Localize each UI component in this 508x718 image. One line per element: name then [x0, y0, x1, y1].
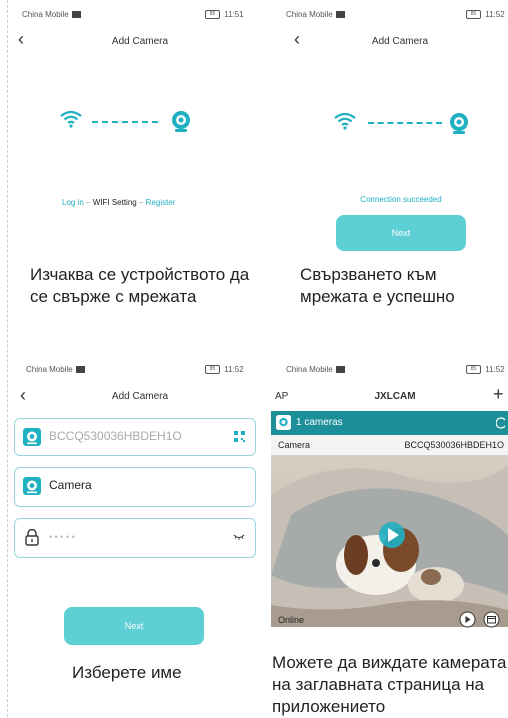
step-separator: –: [86, 198, 91, 207]
battery-icon: 85: [466, 365, 481, 375]
battery-icon: 85: [205, 10, 220, 20]
page-border-dashed: [7, 0, 8, 717]
back-button[interactable]: ‹: [18, 30, 24, 48]
camera-status: Online: [278, 615, 305, 625]
lock-icon: [25, 529, 39, 546]
cameras-count: 1 cameras: [296, 417, 343, 428]
camera-card-id: BCCQ530036HBDEH1O: [404, 440, 504, 450]
camera-snapshot-image: [271, 455, 508, 627]
status-bar: China Mobile: [22, 10, 82, 19]
battery-icon: 85: [466, 10, 481, 20]
page-title: Add Camera: [111, 391, 169, 402]
password-field[interactable]: • • • • •: [14, 518, 256, 558]
folder-icon[interactable]: [483, 611, 500, 628]
status-clock: 85 11:52: [466, 10, 505, 20]
camera-icon: [276, 415, 291, 430]
step-wifi-setting[interactable]: WIFI Setting: [93, 198, 137, 207]
status-bar: China Mobile: [286, 365, 346, 374]
carrier-label: China Mobile: [286, 365, 333, 374]
next-button[interactable]: Next: [64, 607, 204, 645]
battery-icon: 85: [205, 365, 220, 375]
status-bar: China Mobile: [286, 10, 346, 19]
device-id-field[interactable]: BCCQ530036HBDEH1O: [14, 418, 256, 456]
caption: Свързването към мрежата е успешно: [300, 265, 455, 306]
wifi-icon: [60, 110, 82, 128]
step-register[interactable]: Register: [146, 198, 176, 207]
hide-password-icon[interactable]: [233, 534, 245, 540]
camera-icon: [23, 428, 41, 446]
qr-code-icon[interactable]: [234, 431, 245, 442]
status-clock: 85 11:52: [466, 365, 505, 375]
step-login[interactable]: Log in: [62, 198, 84, 207]
cameras-header: 1 cameras: [271, 411, 508, 435]
next-button[interactable]: Next: [336, 215, 466, 251]
camera-name-value: Camera: [49, 478, 92, 492]
device-id-value: BCCQ530036HBDEH1O: [49, 429, 182, 443]
password-mask: • • • • •: [49, 532, 75, 542]
connection-status: Connection succeeded: [360, 195, 442, 204]
signal-icon: [335, 366, 345, 374]
back-button[interactable]: ‹: [294, 30, 300, 48]
refresh-icon[interactable]: [496, 417, 506, 429]
caption: Изчаква се устройството да се свърже с м…: [30, 265, 250, 306]
caption: Изберете име: [72, 663, 182, 682]
connecting-dashes: [92, 121, 158, 123]
signal-icon: [75, 366, 85, 374]
time-label: 11:51: [224, 10, 244, 19]
status-bar: China Mobile: [26, 365, 86, 374]
status-clock: 85 11:51: [205, 10, 244, 20]
caption: Можете да виждате камерата на заглавната…: [272, 653, 507, 716]
page-title: Add Camera: [111, 36, 169, 47]
wifi-icon: [334, 112, 356, 130]
status-clock: 85 11:52: [205, 365, 244, 375]
playback-icon[interactable]: [459, 611, 476, 628]
camera-icon: [23, 477, 41, 495]
camera-icon: [450, 113, 468, 134]
time-label: 11:52: [224, 365, 244, 374]
signal-icon: [71, 11, 81, 19]
carrier-label: China Mobile: [286, 10, 333, 19]
carrier-label: China Mobile: [26, 365, 73, 374]
carrier-label: China Mobile: [22, 10, 69, 19]
signal-icon: [335, 11, 345, 19]
camera-name-field[interactable]: Camera: [14, 467, 256, 507]
time-label: 11:52: [485, 365, 505, 374]
time-label: 11:52: [485, 10, 505, 19]
camera-card[interactable]: Camera BCCQ530036HBDEH1O Online: [271, 435, 508, 628]
camera-icon: [172, 111, 190, 132]
page-title: Add Camera: [371, 36, 429, 47]
setup-steps: Log in – WIFI Setting – Register: [62, 198, 175, 207]
camera-card-name: Camera: [278, 440, 311, 450]
add-camera-button[interactable]: +: [493, 384, 504, 405]
back-button[interactable]: ‹: [20, 386, 26, 404]
connecting-dashes: [368, 122, 442, 124]
step-separator: –: [138, 198, 144, 207]
ap-button[interactable]: AP: [275, 391, 288, 402]
app-title: JXLCAM: [374, 391, 416, 402]
